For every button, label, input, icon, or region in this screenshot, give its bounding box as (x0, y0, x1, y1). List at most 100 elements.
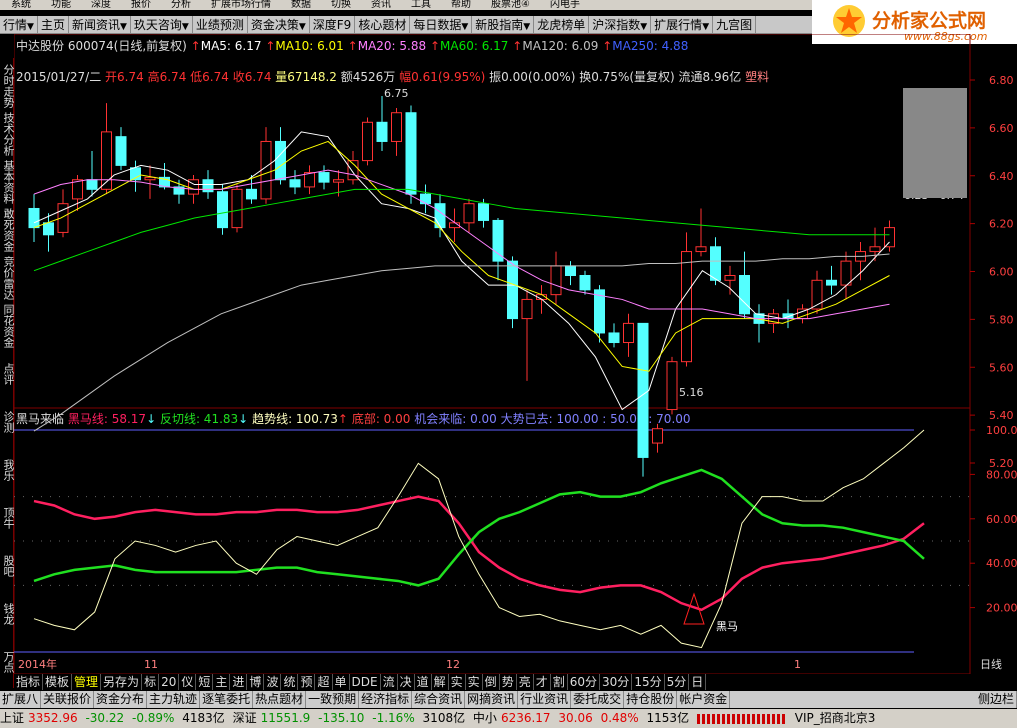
sidebar-toggle-button[interactable]: 侧边栏 (976, 691, 1017, 708)
indicator-tab[interactable]: 标 (142, 674, 160, 690)
candle-body[interactable] (304, 172, 315, 188)
menu-item[interactable]: 闪电手 (550, 0, 580, 10)
sidebar-tab[interactable]: 分时走势 (0, 64, 15, 108)
sidebar-tab[interactable]: 我乐 (0, 448, 15, 492)
indicator-tab[interactable]: 管理 (72, 674, 102, 690)
indicator-tab[interactable]: 倒 (483, 674, 500, 690)
candle-body[interactable] (376, 121, 388, 142)
panel-tab[interactable]: 行业资讯 (518, 691, 572, 708)
indicator-tab[interactable]: 超 (315, 674, 333, 690)
indicator-tab[interactable]: 指标 (14, 674, 44, 690)
sidebar-tab[interactable]: 诊测 (0, 400, 15, 444)
panel-tab[interactable]: 持仓股份 (624, 691, 678, 708)
toolbar-menu-item[interactable]: 龙虎榜单 (534, 16, 590, 33)
sidebar-tab[interactable]: 股吧 (0, 544, 15, 588)
candle-body[interactable] (608, 332, 620, 344)
candle-body[interactable] (826, 279, 837, 286)
candle-body[interactable] (260, 140, 272, 200)
candle-body[interactable] (275, 140, 286, 181)
candle-body[interactable] (246, 188, 257, 200)
indicator-tab[interactable]: 短 (196, 674, 214, 690)
menu-item[interactable]: 资讯 (371, 0, 391, 10)
menu-item[interactable]: 切换 (331, 0, 351, 10)
indicator-tab[interactable]: 60分 (568, 674, 601, 690)
toolbar-menu-item[interactable]: 玖天咨询▼ (131, 16, 193, 33)
panel-tab[interactable]: 关联报价 (41, 691, 95, 708)
panel-tab[interactable]: 资金分布 (94, 691, 148, 708)
candle-body[interactable] (202, 179, 214, 193)
indicator-tab[interactable]: 解 (432, 674, 449, 690)
indicator-tab[interactable]: 模板 (43, 674, 73, 690)
indicator-tab[interactable]: 5分 (665, 674, 690, 690)
candle-body[interactable] (115, 136, 127, 166)
panel-tab[interactable]: 经济指标 (359, 691, 413, 708)
indicator-tab[interactable]: 统 (281, 674, 299, 690)
candle-body[interactable] (724, 275, 736, 281)
indicator-tab[interactable]: 15分 (632, 674, 665, 690)
menu-item[interactable]: 帮助 (451, 0, 471, 10)
candle-body[interactable] (637, 322, 649, 458)
panel-tab[interactable]: 主力轨迹 (147, 691, 201, 708)
candle-body[interactable] (318, 172, 330, 183)
candle-body[interactable] (521, 298, 533, 320)
toolbar-menu-item[interactable]: 沪深指数▼ (589, 16, 652, 33)
indicator-tab[interactable]: 波 (264, 674, 282, 690)
toolbar-menu-item[interactable]: 新闻资讯▼ (69, 16, 131, 33)
menu-item[interactable]: 分析 (171, 0, 191, 10)
sidebar-tab[interactable]: 同花资金 (0, 304, 15, 348)
panel-tab[interactable]: 扩展八 (0, 691, 42, 708)
candle-body[interactable] (579, 275, 591, 291)
menu-item[interactable]: 系统 (11, 0, 31, 10)
candle-body[interactable] (840, 260, 852, 286)
candle-body[interactable] (420, 193, 431, 205)
indicator-tab[interactable]: 单 (333, 674, 350, 690)
toolbar-menu-item[interactable]: 扩展行情▼ (651, 16, 714, 33)
indicator-tab[interactable]: 日 (689, 674, 707, 690)
indicator-tab[interactable]: 预 (298, 674, 316, 690)
candle-body[interactable] (681, 251, 692, 363)
candle-body[interactable] (478, 203, 489, 221)
sidebar-tab[interactable]: 钱龙 (0, 592, 15, 636)
toolbar-menu-item[interactable]: 九宫图 (713, 16, 757, 33)
candle-body[interactable] (28, 207, 40, 229)
sidebar-tab[interactable]: 点评 (0, 352, 15, 396)
indicator-tab[interactable]: 决 (398, 674, 415, 690)
indicator-tab[interactable]: DDE (350, 674, 381, 690)
candle-body[interactable] (463, 203, 475, 224)
toolbar-menu-item[interactable]: 资金决策▼ (248, 16, 310, 33)
menu-item[interactable]: 股票池④ (491, 0, 530, 10)
candle-body[interactable] (362, 121, 373, 162)
menu-item[interactable]: 深度 (91, 0, 111, 10)
candle-body[interactable] (652, 428, 663, 444)
candle-body[interactable] (217, 191, 228, 229)
panel-tab[interactable]: 热点题材 (253, 691, 307, 708)
candle-body[interactable] (43, 222, 54, 236)
panel-tab[interactable]: 帐户资金 (677, 691, 731, 708)
candle-body[interactable] (884, 227, 895, 248)
candle-body[interactable] (391, 112, 402, 142)
indicator-tab[interactable]: 主 (213, 674, 231, 690)
sidebar-tab[interactable]: 竞价雷达 (0, 256, 15, 300)
panel-tab[interactable]: 逐笔委托 (200, 691, 254, 708)
sidebar-tab[interactable]: 敢死资金 (0, 208, 15, 252)
candle-body[interactable] (405, 112, 417, 195)
sidebar-tab[interactable]: 顶牛 (0, 496, 15, 540)
menu-item[interactable]: 数据 (291, 0, 311, 10)
indicator-tab[interactable]: 仪 (179, 674, 197, 690)
candle-body[interactable] (333, 179, 344, 183)
candle-body[interactable] (869, 246, 881, 253)
candle-body[interactable] (231, 188, 243, 229)
toolbar-menu-item[interactable]: 行情▼ (0, 16, 38, 33)
candle-body[interactable] (550, 265, 562, 296)
indicator-tab[interactable]: 进 (230, 674, 248, 690)
menu-item[interactable]: 报价 (131, 0, 151, 10)
indicator-tab[interactable]: 流 (381, 674, 398, 690)
candle-body[interactable] (492, 219, 504, 262)
sidebar-tab[interactable]: 技术分析 (0, 112, 15, 156)
indicator-tab[interactable]: 道 (415, 674, 432, 690)
toolbar-menu-item[interactable]: 深度F9 (310, 16, 356, 33)
toolbar-menu-item[interactable]: 新股指南▼ (472, 16, 535, 33)
kline-chart[interactable]: 6.806.606.406.206.005.805.605.405.20100.… (14, 34, 1017, 674)
candle-body[interactable] (710, 246, 721, 281)
candle-body[interactable] (666, 361, 678, 411)
